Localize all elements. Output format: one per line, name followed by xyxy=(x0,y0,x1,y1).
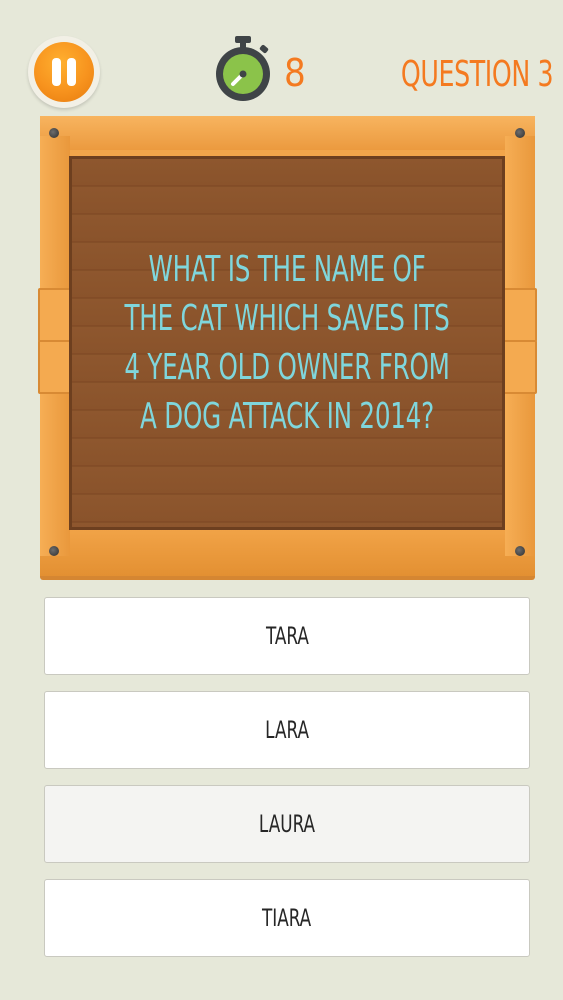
screw-icon xyxy=(49,128,59,138)
timer-count: 8 xyxy=(284,51,306,95)
stopwatch-icon xyxy=(216,36,270,101)
pause-button[interactable] xyxy=(28,36,100,108)
answer-button-4[interactable]: TIARA xyxy=(44,879,530,957)
answer-label: LARA xyxy=(265,716,309,744)
answer-label: LAURA xyxy=(258,810,316,838)
screw-icon xyxy=(49,546,59,556)
answer-label: TARA xyxy=(265,622,309,650)
answer-button-1[interactable]: TARA xyxy=(44,597,530,675)
screw-icon xyxy=(515,128,525,138)
question-board: WHAT IS THE NAME OF THE CAT WHICH SAVES … xyxy=(38,116,537,580)
question-number-label: QUESTION 3 xyxy=(400,54,554,95)
answer-button-2[interactable]: LARA xyxy=(44,691,530,769)
question-text-label: WHAT IS THE NAME OF THE CAT WHICH SAVES … xyxy=(124,249,450,437)
screw-icon xyxy=(515,546,525,556)
pause-icon xyxy=(34,42,94,102)
answer-button-3[interactable]: LAURA xyxy=(44,785,530,863)
answer-label: TIARA xyxy=(262,904,312,932)
question-text: WHAT IS THE NAME OF THE CAT WHICH SAVES … xyxy=(69,156,505,530)
